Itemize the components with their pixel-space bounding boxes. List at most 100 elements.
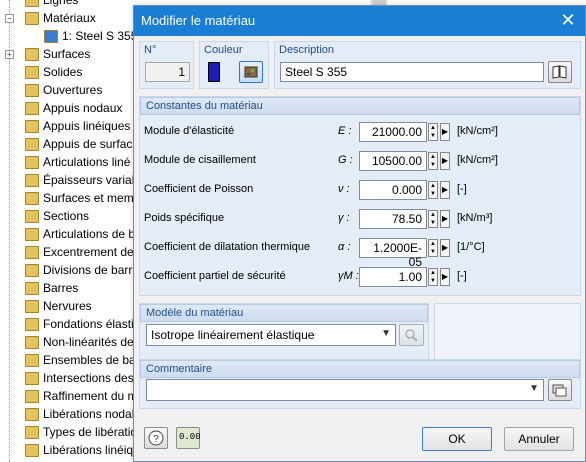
intersections-icon xyxy=(25,372,39,385)
line-hinges-icon xyxy=(25,156,39,169)
model-preview-panel xyxy=(434,303,581,361)
help-icon: ? xyxy=(148,430,164,446)
color-label: Couleur xyxy=(204,44,243,56)
spin-down-icon[interactable]: ▼ xyxy=(429,190,437,198)
property-value-input[interactable]: 10500.00 xyxy=(359,151,427,171)
spin-down-icon[interactable]: ▼ xyxy=(429,132,437,140)
tree-item-label: Appuis linéiques xyxy=(43,119,131,133)
cancel-button[interactable]: Annuler xyxy=(504,427,574,451)
value-options-arrow[interactable]: ▶ xyxy=(440,268,450,286)
spin-down-icon[interactable]: ▼ xyxy=(429,219,437,227)
value-options-arrow[interactable]: ▶ xyxy=(440,123,450,141)
tree-item-label: Libérations linéiq xyxy=(43,443,134,457)
ribs-icon xyxy=(25,300,39,313)
property-label: Module d'élasticité xyxy=(144,125,235,137)
release-types-icon xyxy=(25,426,39,439)
property-unit: [1/°C] xyxy=(457,241,485,253)
surfaces-members-icon xyxy=(25,192,39,205)
spin-down-icon[interactable]: ▼ xyxy=(429,277,437,285)
spin-up-icon[interactable]: ▲ xyxy=(429,124,437,132)
number-label: N° xyxy=(144,44,157,56)
tree-item-label: Divisions de barre xyxy=(43,263,140,277)
constants-header: Constantes du matériau xyxy=(140,97,580,115)
property-value-input[interactable]: 78.50 xyxy=(359,209,427,229)
comment-options-button[interactable] xyxy=(548,379,572,401)
svg-text:?: ? xyxy=(153,434,159,445)
tree-item-label: Articulations liné xyxy=(43,155,131,169)
help-button[interactable]: ? xyxy=(144,427,168,449)
spinner-control[interactable]: ▲ ▼ xyxy=(428,239,438,257)
member-sets-icon xyxy=(25,354,39,367)
nonlinearities-icon xyxy=(25,336,39,349)
spin-down-icon[interactable]: ▼ xyxy=(429,248,437,256)
tree-item-label: Intersections des xyxy=(43,371,134,385)
property-value-input[interactable]: 1.2000E-05 xyxy=(359,238,427,269)
tree-item-label: Excentrement de xyxy=(43,245,134,259)
property-unit: [kN/cm²] xyxy=(457,154,498,166)
spinner-control[interactable]: ▲ ▼ xyxy=(428,181,438,199)
tree-item-label: Appuis de surface xyxy=(43,137,140,151)
property-label: Coefficient partiel de sécurité xyxy=(144,270,286,282)
tree-item-label: Épaisseurs variab xyxy=(43,173,139,187)
solids-icon xyxy=(25,66,39,79)
property-label: Coefficient de Poisson xyxy=(144,183,254,195)
surfaces-icon xyxy=(25,48,39,61)
units-decimal-icon: 0.00 xyxy=(179,432,201,442)
model-details-button[interactable] xyxy=(399,324,424,346)
tree-item-label: Articulations de b xyxy=(43,227,136,241)
property-symbol: γM : xyxy=(338,270,359,282)
tree-item-label: Barres xyxy=(43,281,79,295)
tree-item-label: Solides xyxy=(43,65,83,79)
members-icon xyxy=(25,282,39,295)
expand-icon[interactable]: + xyxy=(5,50,14,59)
collapse-icon[interactable]: − xyxy=(5,14,14,23)
value-options-arrow[interactable]: ▶ xyxy=(440,210,450,228)
surface-supports-icon xyxy=(25,138,39,151)
ok-button[interactable]: OK xyxy=(422,427,492,451)
property-symbol: G : xyxy=(338,154,353,166)
color-palette-button[interactable] xyxy=(239,61,263,83)
material-icon xyxy=(44,30,58,43)
tree-item-label: Surfaces et memb xyxy=(43,191,141,205)
materials-folder-icon xyxy=(25,12,39,25)
close-icon[interactable]: ✕ xyxy=(557,9,579,31)
description-field[interactable]: Steel S 355 xyxy=(280,62,544,82)
property-value-input[interactable]: 0.000 xyxy=(359,180,427,200)
nodal-supports-icon xyxy=(25,102,39,115)
spinner-control[interactable]: ▲ ▼ xyxy=(428,152,438,170)
elastic-foundations-icon xyxy=(25,318,39,331)
spin-down-icon[interactable]: ▼ xyxy=(429,161,437,169)
spin-up-icon[interactable]: ▲ xyxy=(429,269,437,277)
line-releases-icon xyxy=(25,444,39,457)
chevron-down-icon: ▼ xyxy=(381,328,391,339)
library-book-icon xyxy=(552,65,567,79)
property-symbol: E : xyxy=(338,125,352,137)
material-model-select[interactable]: Isotrope linéairement élastique ▼ xyxy=(146,324,396,346)
property-label: Poids spécifique xyxy=(144,212,225,224)
value-options-arrow[interactable]: ▶ xyxy=(440,239,450,257)
units-button[interactable]: 0.00 xyxy=(176,427,201,449)
spin-up-icon[interactable]: ▲ xyxy=(429,240,437,248)
value-options-arrow[interactable]: ▶ xyxy=(440,152,450,170)
spinner-control[interactable]: ▲ ▼ xyxy=(428,268,438,286)
comment-header: Commentaire xyxy=(140,360,580,378)
spinner-control[interactable]: ▲ ▼ xyxy=(428,210,438,228)
sections-icon xyxy=(25,210,39,223)
value-options-arrow[interactable]: ▶ xyxy=(440,181,450,199)
spin-up-icon[interactable]: ▲ xyxy=(429,182,437,190)
folder-icon xyxy=(25,0,39,7)
property-unit: [-] xyxy=(457,183,467,195)
material-library-button[interactable] xyxy=(548,61,572,83)
spin-up-icon[interactable]: ▲ xyxy=(429,211,437,219)
property-symbol: γ : xyxy=(338,212,350,224)
property-value-input[interactable]: 1.00 xyxy=(359,267,427,287)
property-value-input[interactable]: 21000.00 xyxy=(359,122,427,142)
description-label: Description xyxy=(279,44,335,56)
tree-item-label: 1: Steel S 355 xyxy=(62,29,138,43)
comment-field[interactable]: ▼ xyxy=(146,379,544,401)
variable-thickness-icon xyxy=(25,174,39,187)
spin-up-icon[interactable]: ▲ xyxy=(429,153,437,161)
spinner-control[interactable]: ▲ ▼ xyxy=(428,123,438,141)
tree-item-label: Fondations élastic xyxy=(43,317,140,331)
openings-icon xyxy=(25,84,39,97)
